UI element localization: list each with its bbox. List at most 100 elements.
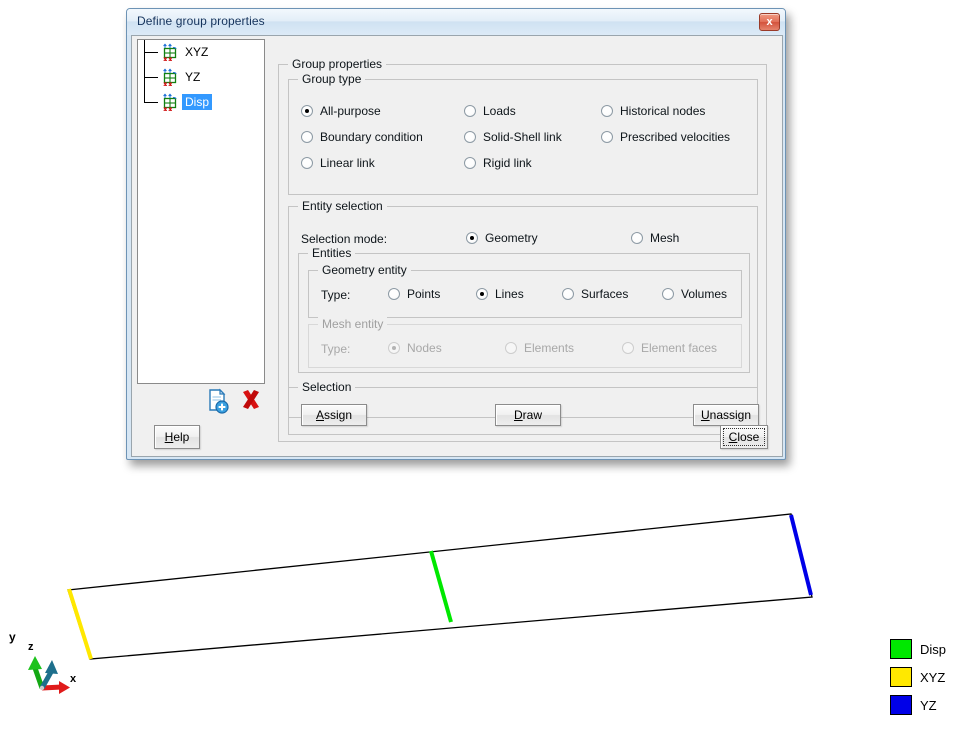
assign-mnemonic: A [315, 408, 324, 422]
radio-label: All-purpose [320, 104, 381, 118]
radio-dot-icon [562, 288, 574, 300]
group-tree-toolbar [137, 386, 265, 416]
assign-rest: ssign [324, 408, 353, 422]
radio-dot-icon [466, 232, 478, 244]
define-group-properties-dialog: Define group properties x XYZ YZ Disp Gr… [126, 8, 786, 460]
close-button[interactable]: Close [720, 425, 768, 449]
tree-item-label: YZ [185, 70, 201, 84]
group-color-legend: Disp XYZ YZ [890, 635, 954, 719]
radio-dot-icon [464, 157, 476, 169]
group-mesh-icon [160, 68, 180, 88]
radio-geometry-points[interactable]: Points [388, 287, 440, 301]
radio-prescribed-velocities[interactable]: Prescribed velocities [601, 130, 730, 144]
radio-label: Lines [495, 287, 524, 301]
radio-all-purpose[interactable]: All-purpose [301, 104, 381, 118]
axis-triad-icon [28, 656, 70, 694]
help-rest: elp [173, 430, 190, 444]
radio-label: Nodes [407, 341, 442, 355]
group-type-title: Group type [298, 72, 366, 86]
radio-label: Linear link [320, 156, 375, 170]
radio-loads[interactable]: Loads [464, 104, 516, 118]
radio-label: Loads [483, 104, 516, 118]
radio-dot-icon [662, 288, 674, 300]
window-close-icon[interactable]: x [759, 13, 780, 31]
unassign-button-label: Unassign [701, 408, 751, 422]
selection-box: Selection Assign Draw Unassign [288, 380, 759, 435]
mesh-entity-type-label: Type: [321, 342, 351, 356]
radio-dot-icon [301, 131, 313, 143]
legend-label: XYZ [920, 669, 946, 685]
radio-geometry-volumes[interactable]: Volumes [662, 287, 727, 301]
radio-selection-mode-mesh[interactable]: Mesh [631, 231, 679, 245]
dialog-titlebar[interactable]: Define group properties x [127, 9, 785, 35]
radio-label: Mesh [650, 231, 680, 245]
radio-label: Prescribed velocities [620, 130, 731, 144]
radio-geometry-surfaces[interactable]: Surfaces [562, 287, 628, 301]
entities-title: Entities [308, 246, 356, 260]
legend-label: YZ [920, 697, 937, 713]
dialog-title: Define group properties [137, 14, 265, 28]
radio-label: Surfaces [581, 287, 629, 301]
radio-dot-icon [301, 105, 313, 117]
radio-dot-icon [505, 342, 517, 354]
geometry-entity-title: Geometry entity [318, 263, 411, 277]
radio-linear-link[interactable]: Linear link [301, 156, 375, 170]
radio-historical-nodes[interactable]: Historical nodes [601, 104, 705, 118]
unassign-rest: nassign [709, 408, 752, 422]
tree-item-xyz[interactable]: XYZ [138, 40, 264, 65]
tree-item-disp[interactable]: Disp [138, 90, 264, 115]
axis-label-z: z [28, 641, 34, 653]
radio-geometry-lines[interactable]: Lines [476, 287, 524, 301]
radio-label: Historical nodes [620, 104, 706, 118]
unassign-mnemonic: U [700, 408, 710, 422]
group-tree[interactable]: XYZ YZ Disp [137, 39, 265, 384]
legend-swatch-icon [890, 695, 912, 715]
radio-dot-icon [388, 288, 400, 300]
radio-mesh-element-faces: Element faces [622, 341, 717, 355]
tree-item-label: XYZ [185, 45, 209, 59]
beam-model-svg: x y z [9, 513, 813, 694]
radio-dot-icon [464, 131, 476, 143]
radio-dot-icon [388, 342, 400, 354]
radio-dot-icon [464, 105, 476, 117]
radio-label: Elements [524, 341, 575, 355]
assign-button[interactable]: Assign [301, 404, 367, 426]
screen-root: Define group properties x XYZ YZ Disp Gr… [0, 0, 964, 729]
delete-group-icon[interactable] [237, 386, 265, 414]
group-type-box: Group type All-purpose Loads Historical … [288, 72, 758, 195]
close-rest: lose [737, 430, 760, 444]
geometry-entity-box: Geometry entity Type: Points Lines Surfa… [308, 263, 742, 318]
legend-item-yz: YZ [890, 691, 954, 719]
legend-swatch-icon [890, 639, 912, 659]
tree-item-yz[interactable]: YZ [138, 65, 264, 90]
dialog-body: XYZ YZ Disp Group properties Group type … [131, 35, 783, 457]
radio-label: Volumes [681, 287, 728, 301]
axis-label-y: y [9, 630, 16, 644]
radio-label: Points [407, 287, 441, 301]
legend-swatch-icon [890, 667, 912, 687]
radio-dot-icon [622, 342, 634, 354]
draw-button[interactable]: Draw [495, 404, 561, 426]
help-button-label: Help [165, 430, 190, 444]
radio-dot-icon [601, 131, 613, 143]
group-mesh-icon [160, 93, 180, 113]
close-button-label: Close [729, 430, 760, 444]
assign-button-label: Assign [316, 408, 352, 422]
radio-solid-shell-link[interactable]: Solid-Shell link [464, 130, 562, 144]
model-viewport[interactable]: x y z Disp XYZ YZ [0, 470, 964, 729]
geometry-entity-type-label: Type: [321, 288, 351, 302]
radio-boundary-condition[interactable]: Boundary condition [301, 130, 423, 144]
radio-selection-mode-geometry[interactable]: Geometry [466, 231, 538, 245]
selection-title: Selection [298, 380, 356, 394]
unassign-button[interactable]: Unassign [693, 404, 759, 426]
radio-dot-icon [301, 157, 313, 169]
radio-mesh-nodes: Nodes [388, 341, 442, 355]
entities-box: Entities Geometry entity Type: Points Li… [298, 246, 750, 373]
radio-label: Boundary condition [320, 130, 423, 144]
help-button[interactable]: Help [154, 425, 200, 449]
radio-label: Solid-Shell link [483, 130, 562, 144]
radio-rigid-link[interactable]: Rigid link [464, 156, 532, 170]
new-group-icon[interactable] [203, 386, 231, 414]
legend-item-disp: Disp [890, 635, 954, 663]
axis-label-x: x [70, 673, 77, 685]
